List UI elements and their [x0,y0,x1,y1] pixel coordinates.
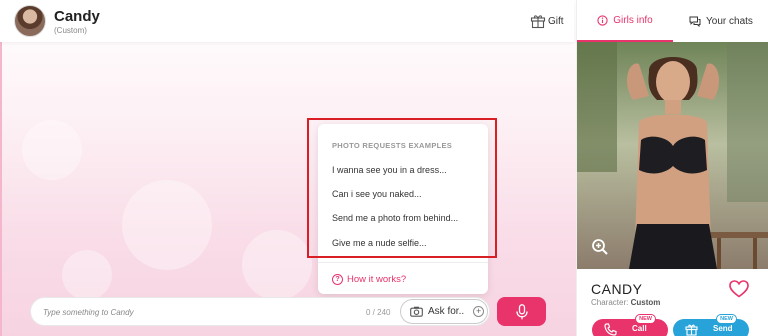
gift-icon [530,15,546,29]
how-it-works-link[interactable]: ? How it works? [332,274,406,285]
avatar[interactable] [14,5,46,37]
camera-icon [410,306,423,317]
how-it-works-label: How it works? [347,274,407,285]
character-label: Character: [591,298,629,307]
gift-label: Gift [548,15,564,27]
profile-name: CANDY [591,281,643,297]
new-badge: NEW [635,314,656,324]
chat-icon [689,16,701,27]
call-label: Call [632,324,647,333]
chat-header: Candy (Custom) Gift [0,0,574,42]
input-placeholder: Type something to Candy [43,308,134,317]
tab-your-chats[interactable]: Your chats [673,0,768,42]
microphone-button[interactable] [497,297,546,326]
divider [318,262,488,263]
new-badge: NEW [716,314,737,324]
tab-girls-info[interactable]: Girls info [577,0,673,42]
phone-icon [604,323,617,336]
background-blob [22,120,82,180]
favorite-heart-icon[interactable] [729,280,749,298]
ask-for-button[interactable]: Ask for.. + [400,299,488,324]
help-icon: ? [332,274,343,285]
profile-photo[interactable] [577,42,768,269]
background-blob [122,180,212,270]
character-portrait [577,42,768,269]
call-button[interactable]: Call NEW [592,314,668,336]
send-label: Send [713,324,733,333]
tab-label: Your chats [706,15,753,27]
background-blob [242,230,312,300]
gift-button[interactable]: Gift [530,13,564,29]
send-gift-button[interactable]: Send NEW [673,314,749,336]
zoom-icon[interactable] [591,238,609,256]
info-icon [597,14,608,26]
tab-label: Girls info [613,14,653,26]
ask-for-label: Ask for.. [428,306,465,317]
background-blob [62,250,112,300]
character-type: Character: Custom [591,298,660,307]
highlight-box [307,118,497,258]
character-counter: 0 / 240 [366,308,391,317]
microphone-icon [515,303,528,319]
character-name: Candy [54,8,100,25]
character-subtitle: (Custom) [54,26,87,35]
gift-icon [685,324,698,336]
character-value: Custom [630,298,661,307]
plus-icon: + [473,306,485,317]
